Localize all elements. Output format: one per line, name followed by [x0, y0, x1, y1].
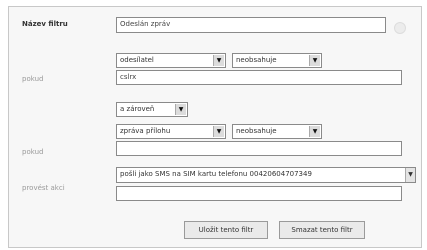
- chevron-down-icon: ▼: [309, 126, 320, 137]
- save-filter-button[interactable]: Uložit tento filtr: [184, 221, 268, 239]
- action-param-input[interactable]: [116, 186, 402, 201]
- rule1-operator-value: neobsahuje: [236, 56, 277, 64]
- rule1-operator-select[interactable]: neobsahuje ▼: [232, 53, 322, 68]
- corner-decoration: [394, 22, 406, 34]
- chevron-down-icon: ▼: [213, 126, 224, 137]
- rule2-value-input[interactable]: [116, 141, 402, 156]
- action-label: provést akci: [22, 184, 65, 192]
- connector-value: a zároveň: [120, 105, 155, 113]
- filter-name-input[interactable]: Odeslán zpráv: [116, 17, 386, 33]
- filter-name-label: Název filtru: [22, 20, 68, 28]
- chevron-down-icon: ▼: [309, 55, 320, 66]
- rule2-field-select[interactable]: zpráva přílohu ▼: [116, 124, 226, 139]
- delete-filter-button[interactable]: Smazat tento filtr: [279, 221, 365, 239]
- rule1-field-select[interactable]: odesílatel ▼: [116, 53, 226, 68]
- chevron-down-icon: ▼: [213, 55, 224, 66]
- rule2-field-value: zpráva přílohu: [120, 127, 171, 135]
- rule2-operator-value: neobsahuje: [236, 127, 277, 135]
- rule1-label: pokud: [22, 75, 44, 83]
- action-select[interactable]: pošli jako SMS na SIM kartu telefonu 004…: [116, 167, 416, 183]
- rule2-label: pokud: [22, 148, 44, 156]
- action-value: pošli jako SMS na SIM kartu telefonu 004…: [120, 170, 312, 178]
- scroll-arrow-icon: ▼: [405, 168, 415, 182]
- chevron-down-icon: ▼: [175, 104, 186, 115]
- rule1-value-input[interactable]: cslrx: [116, 70, 402, 85]
- connector-select[interactable]: a zároveň ▼: [116, 102, 188, 117]
- rule2-operator-select[interactable]: neobsahuje ▼: [232, 124, 322, 139]
- rule1-field-value: odesílatel: [120, 56, 154, 64]
